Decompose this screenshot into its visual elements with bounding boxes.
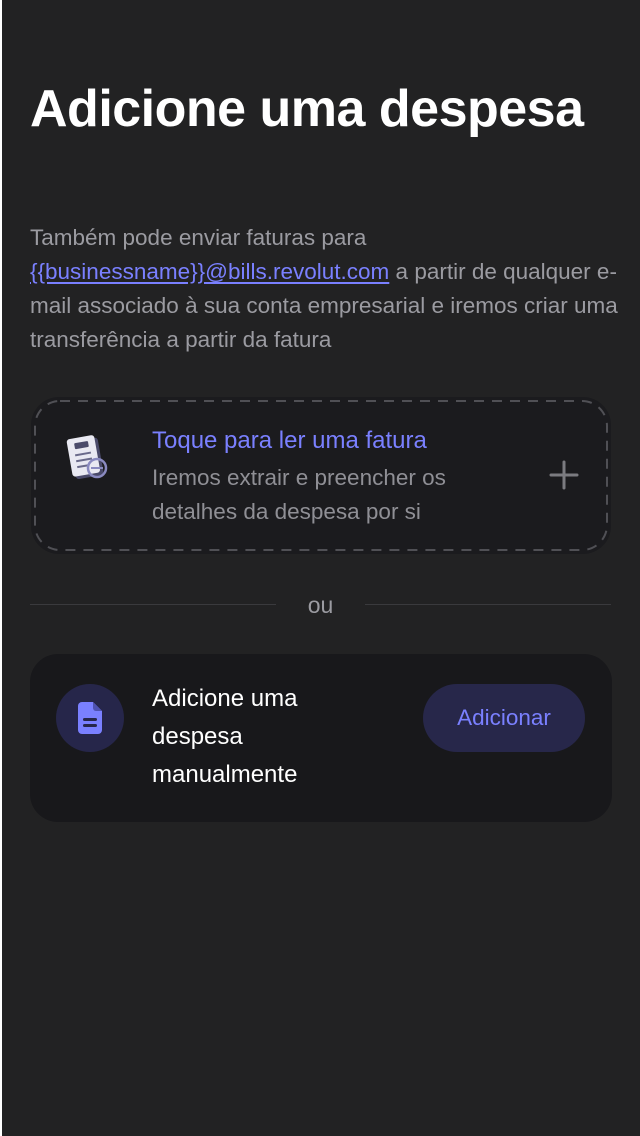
- page-title: Adicione uma despesa: [30, 80, 584, 138]
- bills-email-link[interactable]: {{businessname}}@bills.revolut.com: [30, 259, 389, 284]
- divider-line-left: [30, 604, 276, 605]
- screen-edge: [0, 0, 2, 1136]
- page-description: Também pode enviar faturas para {{busine…: [30, 221, 620, 357]
- manual-expense-label: Adicione uma despesa manualmente: [152, 685, 298, 788]
- plus-icon[interactable]: [549, 460, 579, 490]
- invoice-scan-icon: [66, 435, 108, 480]
- add-expense-button[interactable]: Adicionar: [423, 684, 585, 752]
- divider-label: ou: [307, 592, 334, 618]
- scan-invoice-title: Toque para ler uma fatura: [152, 427, 427, 454]
- document-icon-badge: [56, 684, 124, 752]
- scan-invoice-subtitle: Iremos extrair e preencher os detalhes d…: [152, 465, 446, 524]
- description-text-start: Também pode enviar faturas para: [30, 225, 367, 250]
- document-icon: [78, 702, 102, 734]
- divider-line-right: [365, 604, 611, 605]
